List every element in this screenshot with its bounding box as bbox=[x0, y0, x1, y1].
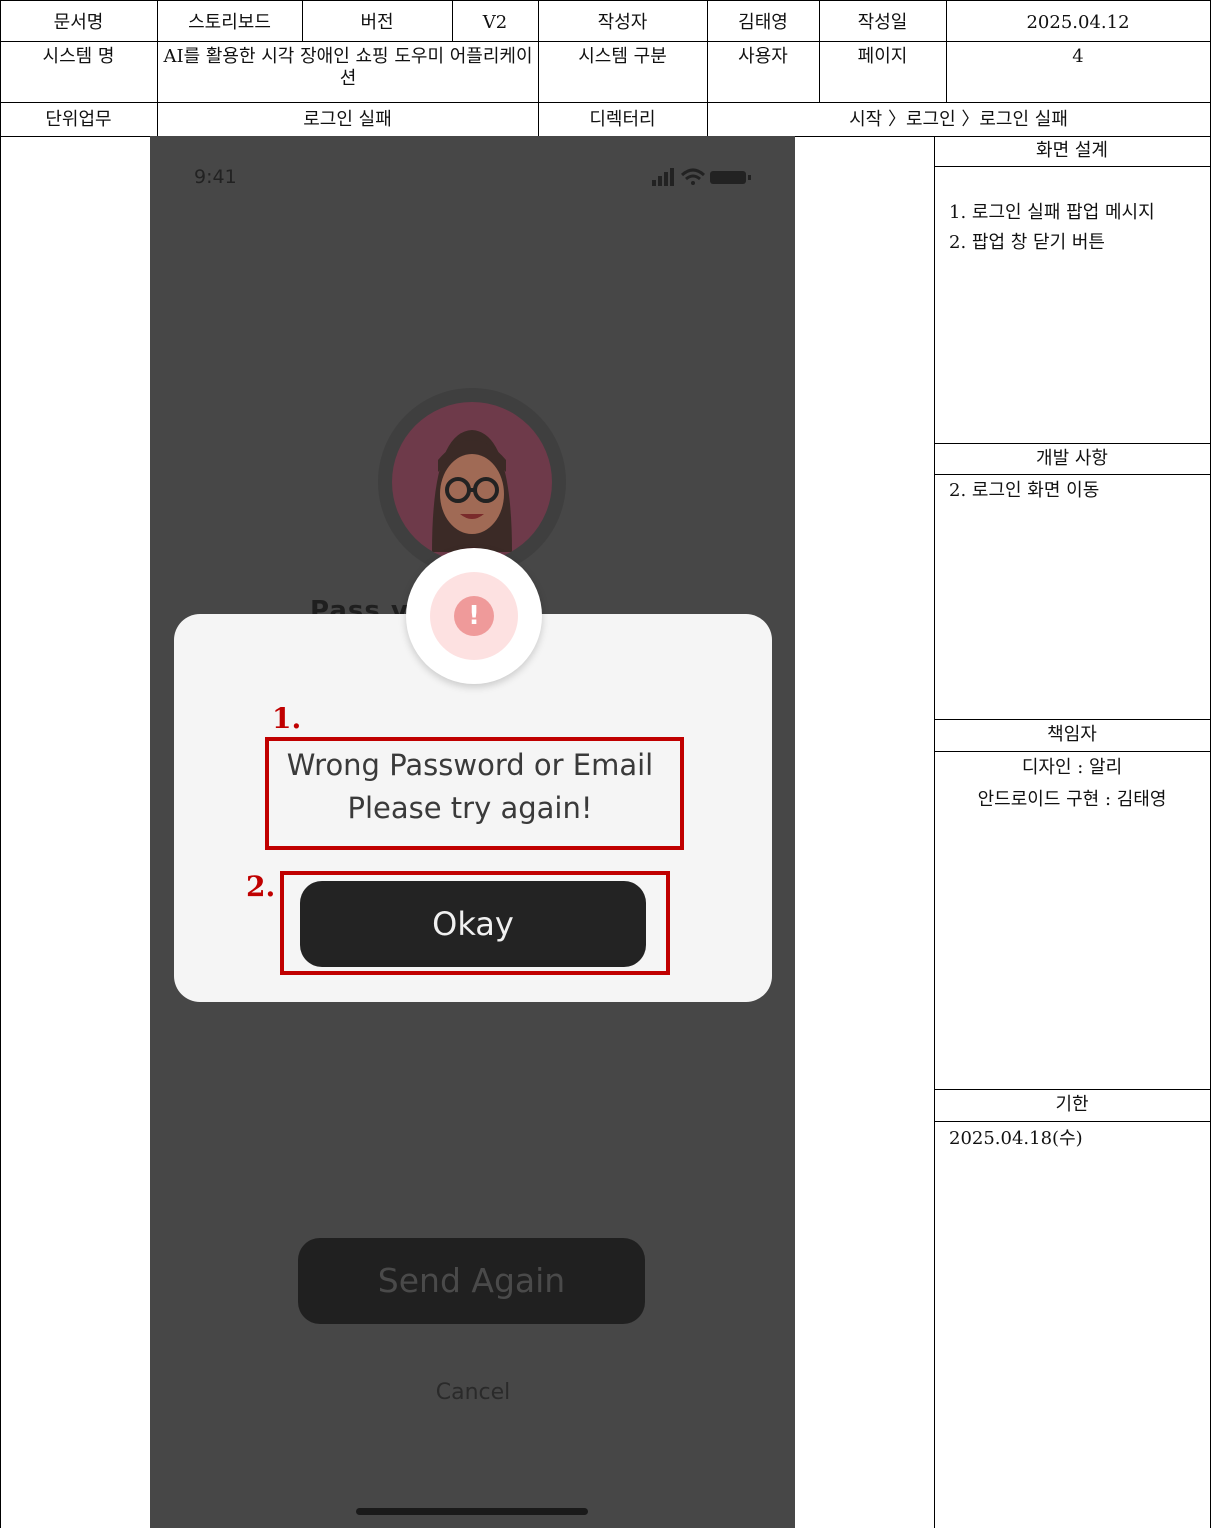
error-message-line2: Please try again! bbox=[347, 791, 593, 825]
owner-title: 책임자 bbox=[1047, 724, 1097, 745]
directory-label: 디렉터리 bbox=[589, 109, 656, 130]
status-time: 9:41 bbox=[194, 166, 237, 188]
doc-name-value: 스토리보드 bbox=[188, 12, 271, 33]
deadline-title: 기한 bbox=[1055, 1094, 1089, 1115]
error-message-line1: Wrong Password or Email bbox=[286, 748, 654, 782]
version-label: 버전 bbox=[360, 12, 394, 33]
system-type-label: 시스템 구분 bbox=[578, 46, 667, 67]
signal-icon bbox=[652, 168, 674, 186]
okay-button[interactable]: Okay bbox=[300, 881, 646, 967]
battery-icon bbox=[710, 171, 751, 184]
owner-android: 안드로이드 구현 : 김태영 bbox=[977, 789, 1167, 810]
screen-design-list: 1. 로그인 실패 팝업 메시지 2. 팝업 창 닫기 버튼 bbox=[949, 198, 1199, 258]
directory-value: 시작 〉로그인 〉로그인 실패 bbox=[849, 109, 1068, 130]
unit-task-label: 단위업무 bbox=[45, 109, 112, 130]
dev-item-1: 2. 로그인 화면 이동 bbox=[949, 480, 1100, 501]
doc-name-label: 문서명 bbox=[53, 12, 104, 33]
author-value: 김태영 bbox=[738, 12, 788, 33]
send-again-button[interactable]: Send Again bbox=[298, 1238, 645, 1324]
exclamation-icon: ! bbox=[454, 596, 494, 636]
cancel-link[interactable]: Cancel bbox=[400, 1380, 546, 1405]
page-label: 페이지 bbox=[857, 46, 908, 67]
screen-design-title: 화면 설계 bbox=[1036, 140, 1108, 161]
annotation-1: 1. bbox=[272, 702, 302, 735]
date-value: 2025.04.12 bbox=[1026, 12, 1130, 33]
phone-mockup: 9:41 Pass very ! 1. Wrong Password or Em… bbox=[150, 136, 795, 1528]
page-value: 4 bbox=[1072, 46, 1084, 67]
unit-task-value: 로그인 실패 bbox=[303, 109, 392, 130]
date-label: 작성일 bbox=[857, 12, 908, 33]
author-label: 작성자 bbox=[597, 12, 648, 33]
screen-design-item-1: 1. 로그인 실패 팝업 메시지 bbox=[949, 202, 1155, 223]
version-value: V2 bbox=[482, 12, 508, 33]
dev-title: 개발 사항 bbox=[1036, 448, 1108, 469]
home-indicator bbox=[356, 1508, 588, 1515]
owner-design: 디자인 : 알리 bbox=[1021, 757, 1123, 778]
system-type-value: 사용자 bbox=[738, 46, 788, 67]
status-icons bbox=[652, 168, 751, 186]
avatar-illustration bbox=[432, 430, 512, 562]
wifi-icon bbox=[680, 168, 706, 185]
annotation-2: 2. bbox=[246, 870, 276, 903]
system-name-label: 시스템 명 bbox=[42, 46, 115, 67]
screen-design-item-2: 2. 팝업 창 닫기 버튼 bbox=[949, 232, 1105, 253]
deadline-value: 2025.04.18(수) bbox=[949, 1128, 1083, 1149]
alert-badge: ! bbox=[406, 548, 542, 684]
system-name-value: AI를 활용한 시각 장애인 쇼핑 도우미 어플리케이션 bbox=[163, 46, 533, 89]
avatar bbox=[392, 402, 552, 562]
error-message: Wrong Password or Email Please try again… bbox=[230, 744, 710, 830]
